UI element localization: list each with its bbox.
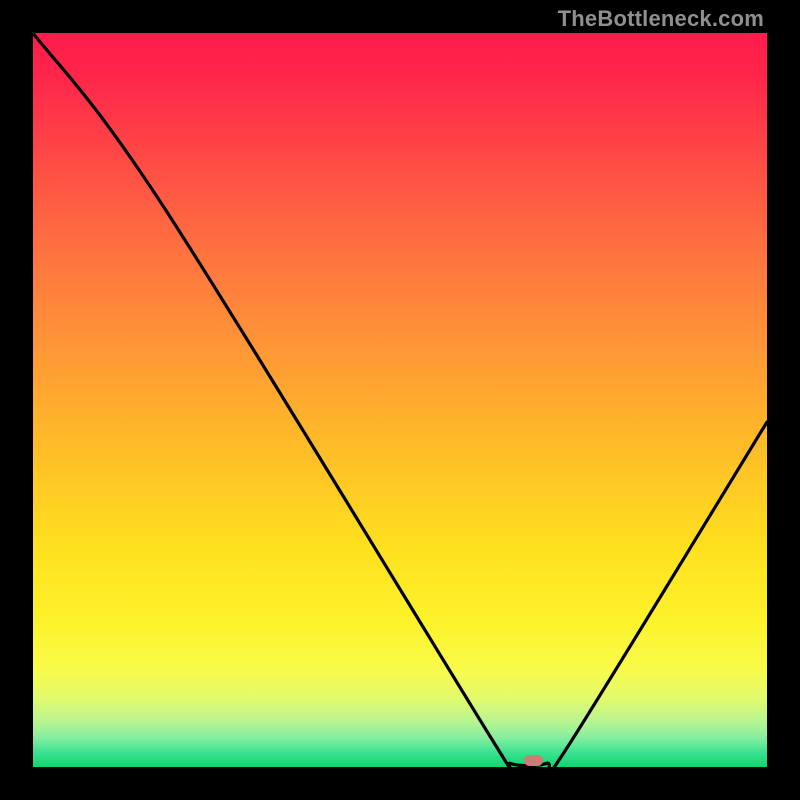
plot-area <box>33 33 767 767</box>
chart-frame: TheBottleneck.com <box>0 0 800 800</box>
optimal-marker <box>524 755 542 766</box>
bottleneck-curve <box>33 33 767 767</box>
watermark-text: TheBottleneck.com <box>558 6 764 32</box>
